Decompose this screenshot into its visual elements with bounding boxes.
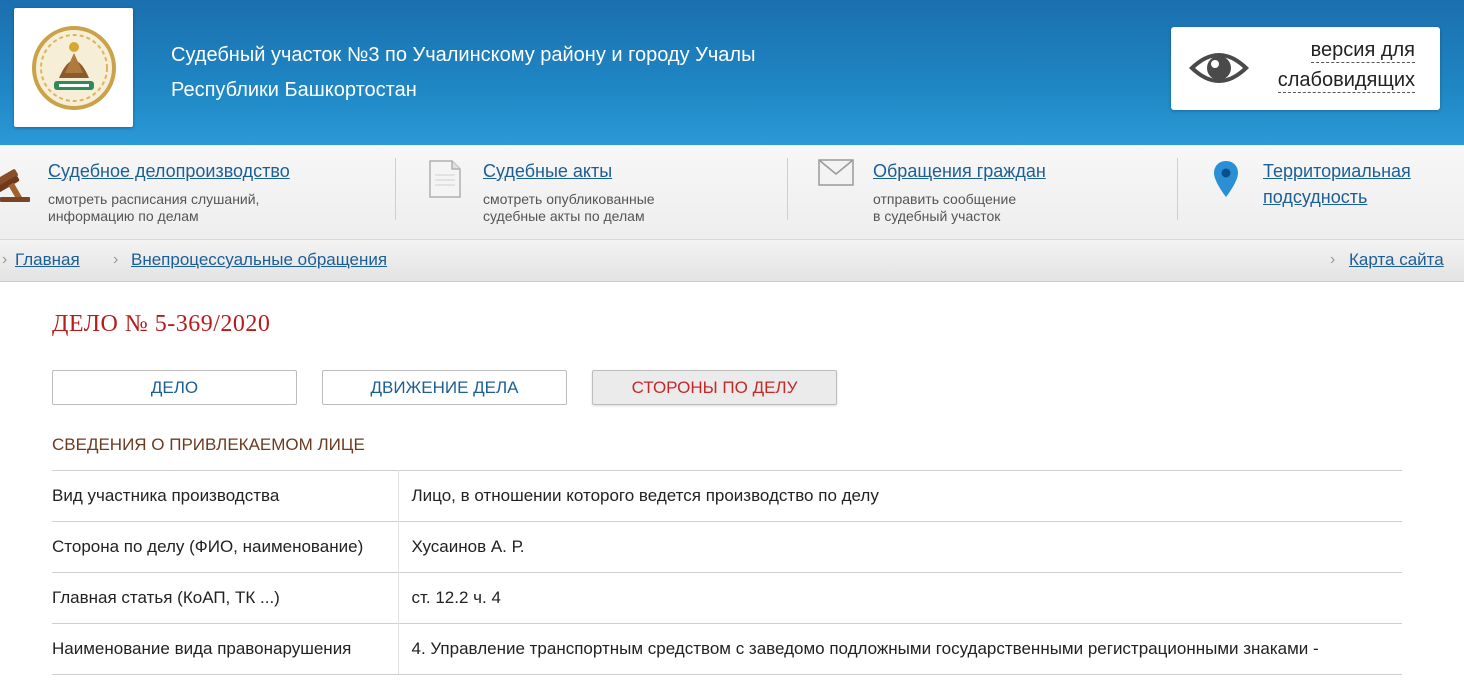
- gavel-icon: [0, 169, 30, 202]
- breadcrumb-home[interactable]: Главная: [15, 249, 80, 271]
- site-title-line2: Республики Башкортостан: [171, 79, 417, 101]
- nav-sub-proceedings: смотреть расписания слушаний, информацию…: [48, 191, 259, 225]
- row-label: Сторона по делу (ФИО, наименование): [52, 521, 399, 573]
- tab-case-parties[interactable]: СТОРОНЫ ПО ДЕЛУ: [592, 370, 837, 405]
- nav-sub-line2: информацию по делам: [48, 208, 199, 224]
- row-label: Вид участника производства: [52, 470, 399, 522]
- nav-link-jurisdiction[interactable]: Территориальная подсудность: [1263, 159, 1411, 209]
- low-vision-label: версия для слабовидящих: [1277, 35, 1415, 95]
- row-value: Хусаинов А. Р.: [398, 521, 1402, 573]
- nav-link-proceedings[interactable]: Судебное делопроизводство: [48, 159, 290, 183]
- nav-sub-line1: смотреть опубликованные: [483, 191, 655, 207]
- table-row: Наименование вида правонарушения 4. Упра…: [52, 623, 1402, 675]
- coat-of-arms-logo[interactable]: [14, 8, 133, 127]
- nav-item-court-acts[interactable]: Судебные акты смотреть опубликованные су…: [420, 145, 785, 240]
- row-label: Наименование вида правонарушения: [52, 623, 399, 675]
- nav-divider: [787, 158, 788, 220]
- nav-item-jurisdiction[interactable]: Территориальная подсудность: [1200, 145, 1450, 240]
- table-row: Сторона по делу (ФИО, наименование) Хуса…: [52, 521, 1402, 573]
- site-header: Судебный участок №3 по Учалинскому район…: [0, 0, 1464, 145]
- site-title-line1: Судебный участок №3 по Учалинскому район…: [171, 44, 756, 66]
- tab-case[interactable]: ДЕЛО: [52, 370, 297, 405]
- nav-link-appeals[interactable]: Обращения граждан: [873, 159, 1046, 183]
- nav-divider: [1177, 158, 1178, 220]
- eye-icon: [1189, 53, 1249, 83]
- map-pin-icon: [1214, 161, 1238, 197]
- breadcrumb-current[interactable]: Внепроцессуальные обращения: [131, 249, 387, 271]
- row-value: ст. 12.2 ч. 4: [398, 572, 1402, 624]
- document-icon: [429, 160, 461, 198]
- low-vision-line1: версия для: [1310, 39, 1415, 63]
- nav-sub-line2: в судебный участок: [873, 208, 1001, 224]
- chevron-right-icon: ›: [1330, 251, 1336, 268]
- party-info-table: Вид участника производства Лицо, в отнош…: [52, 470, 1402, 675]
- nav-sub-line1: отправить сообщение: [873, 191, 1017, 207]
- chevron-right-icon: ›: [113, 251, 119, 268]
- table-row: Вид участника производства Лицо, в отнош…: [52, 470, 1402, 522]
- nav-divider: [395, 158, 396, 220]
- row-label: Главная статья (КоАП, ТК ...): [52, 572, 399, 624]
- envelope-icon: [818, 159, 854, 186]
- low-vision-line2: слабовидящих: [1277, 69, 1415, 93]
- case-title: ДЕЛО № 5-369/2020: [52, 311, 271, 337]
- row-value: Лицо, в отношении которого ведется произ…: [398, 470, 1402, 522]
- nav-sub-line2: судебные акты по делам: [483, 208, 645, 224]
- nav-sub-court-acts: смотреть опубликованные судебные акты по…: [483, 191, 655, 225]
- nav-link-jurisdiction-line1[interactable]: Территориальная: [1263, 159, 1411, 183]
- nav-sub-line1: смотреть расписания слушаний,: [48, 191, 260, 207]
- nav-link-court-acts[interactable]: Судебные акты: [483, 159, 612, 183]
- tab-case-movement[interactable]: ДВИЖЕНИЕ ДЕЛА: [322, 370, 567, 405]
- site-title: Судебный участок №3 по Учалинскому район…: [171, 38, 755, 108]
- table-row: Главная статья (КоАП, ТК ...) ст. 12.2 ч…: [52, 572, 1402, 624]
- sitemap-link[interactable]: Карта сайта: [1349, 249, 1444, 271]
- low-vision-version-button[interactable]: версия для слабовидящих: [1171, 27, 1440, 110]
- section-heading: СВЕДЕНИЯ О ПРИВЛЕКАЕМОМ ЛИЦЕ: [52, 435, 365, 454]
- row-value: 4. Управление транспортным средством с з…: [398, 623, 1402, 675]
- main-nav: Судебное делопроизводство смотреть распи…: [0, 145, 1464, 240]
- nav-item-appeals[interactable]: Обращения граждан отправить сообщение в …: [812, 145, 1172, 240]
- breadcrumb: › Главная › Внепроцессуальные обращения …: [0, 240, 1464, 282]
- nav-link-jurisdiction-line2[interactable]: подсудность: [1263, 185, 1411, 209]
- chevron-right-icon: ›: [2, 251, 8, 268]
- nav-sub-appeals: отправить сообщение в судебный участок: [873, 191, 1016, 225]
- emblem-icon: [31, 25, 116, 110]
- nav-item-proceedings[interactable]: Судебное делопроизводство смотреть распи…: [0, 145, 395, 240]
